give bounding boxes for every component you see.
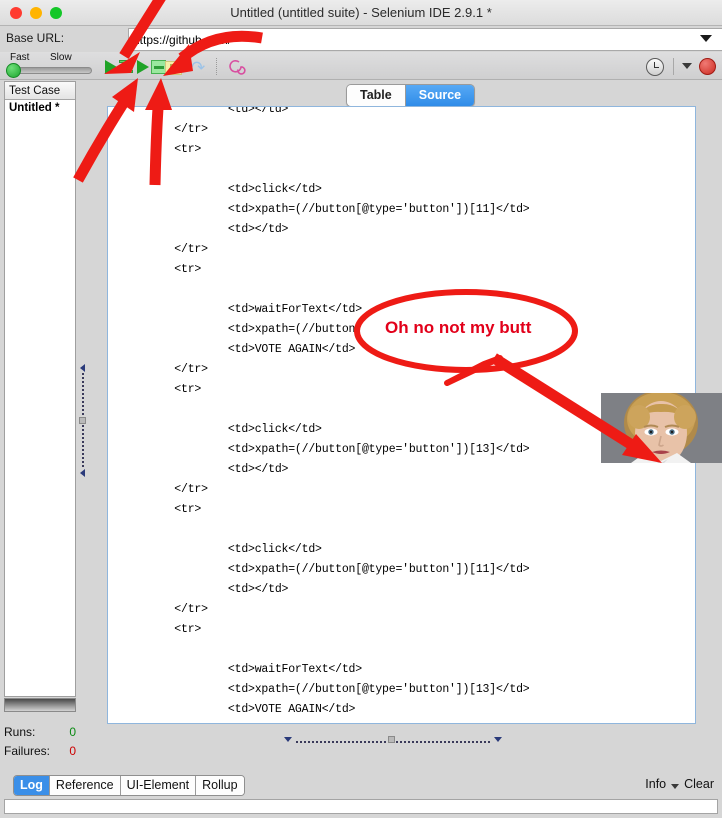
play-current-button[interactable] (137, 60, 167, 75)
suite-bars-icon (119, 60, 133, 75)
main-toolbar: Fast Slow ↷ (0, 52, 722, 80)
collapse-down-arrow-icon[interactable] (284, 737, 292, 742)
base-url-input[interactable] (128, 28, 722, 51)
window-title: Untitled (untitled suite) - Selenium IDE… (230, 5, 492, 20)
horizontal-splitter[interactable] (88, 730, 722, 752)
progress-bar (4, 698, 76, 712)
runs-value: 0 (69, 725, 76, 739)
test-case-pane: Test Case Untitled * (4, 81, 76, 697)
selenium-ide-window: Untitled (untitled suite) - Selenium IDE… (0, 0, 722, 818)
splitter-grip[interactable] (79, 417, 86, 424)
main-content: Test Case Untitled * Runs: 0 Failures: 0… (0, 80, 722, 758)
rollup-spiral-icon[interactable] (226, 57, 246, 77)
tab-log[interactable]: Log (14, 776, 49, 795)
test-case-header: Test Case (5, 82, 75, 100)
source-code-editor[interactable]: <td></td> </tr> <tr> <td>click</td> <td>… (107, 106, 696, 724)
log-controls: Info Clear (645, 777, 714, 791)
base-url-bar: Base URL: (0, 26, 722, 52)
play-triangle-icon (105, 60, 117, 74)
pause-button[interactable] (165, 61, 182, 75)
tab-reference[interactable]: Reference (48, 776, 120, 795)
log-info-button[interactable]: Info (645, 777, 666, 791)
log-panel: Log Reference UI-Element Rollup Info Cle… (0, 769, 722, 818)
play-triangle-icon (137, 60, 149, 74)
speed-fast-label: Fast (10, 52, 30, 63)
speed-slow-label: Slow (50, 52, 72, 63)
tab-rollup[interactable]: Rollup (195, 776, 244, 795)
title-bar: Untitled (untitled suite) - Selenium IDE… (0, 0, 722, 26)
step-icon[interactable]: ↷ (191, 59, 209, 76)
log-clear-button[interactable]: Clear (684, 777, 714, 791)
collapse-left-arrow-icon[interactable] (80, 364, 85, 372)
chevron-down-icon[interactable] (700, 35, 712, 42)
single-case-icon (151, 60, 166, 74)
base-url-label: Base URL: (6, 31, 65, 45)
runs-label: Runs: (4, 725, 36, 739)
vertical-splitter[interactable] (78, 81, 88, 728)
failures-value: 0 (69, 744, 76, 758)
log-output-area (4, 799, 718, 814)
clock-icon[interactable] (646, 58, 664, 76)
tab-table[interactable]: Table (347, 85, 405, 106)
source-code-text: <td></td> </tr> <tr> <td>click</td> <td>… (174, 106, 530, 716)
editor-pane: Table Source <td></td> </tr> <tr> <td>cl… (88, 80, 722, 730)
hsplitter-grip[interactable] (388, 736, 395, 743)
collapse-down-arrow-icon-2[interactable] (494, 737, 502, 742)
chevron-down-icon[interactable] (671, 783, 680, 789)
chevron-down-icon[interactable] (682, 63, 692, 69)
play-all-button[interactable] (105, 60, 135, 75)
toolbar-separator-right (673, 58, 674, 75)
failures-stat: Failures: 0 (4, 744, 78, 758)
tab-source[interactable]: Source (404, 85, 475, 106)
tab-ui-element[interactable]: UI-Element (119, 776, 196, 795)
record-button[interactable] (699, 58, 716, 75)
test-case-item[interactable]: Untitled * (5, 100, 75, 114)
toolbar-separator (216, 58, 218, 75)
editor-tabs: Table Source (88, 80, 722, 107)
log-tab-group: Log Reference UI-Element Rollup (13, 775, 245, 796)
collapse-left-arrow-icon-2[interactable] (80, 469, 85, 477)
failures-label: Failures: (4, 744, 51, 758)
runs-stat: Runs: 0 (4, 725, 78, 739)
speed-slider-thumb[interactable] (6, 63, 21, 78)
